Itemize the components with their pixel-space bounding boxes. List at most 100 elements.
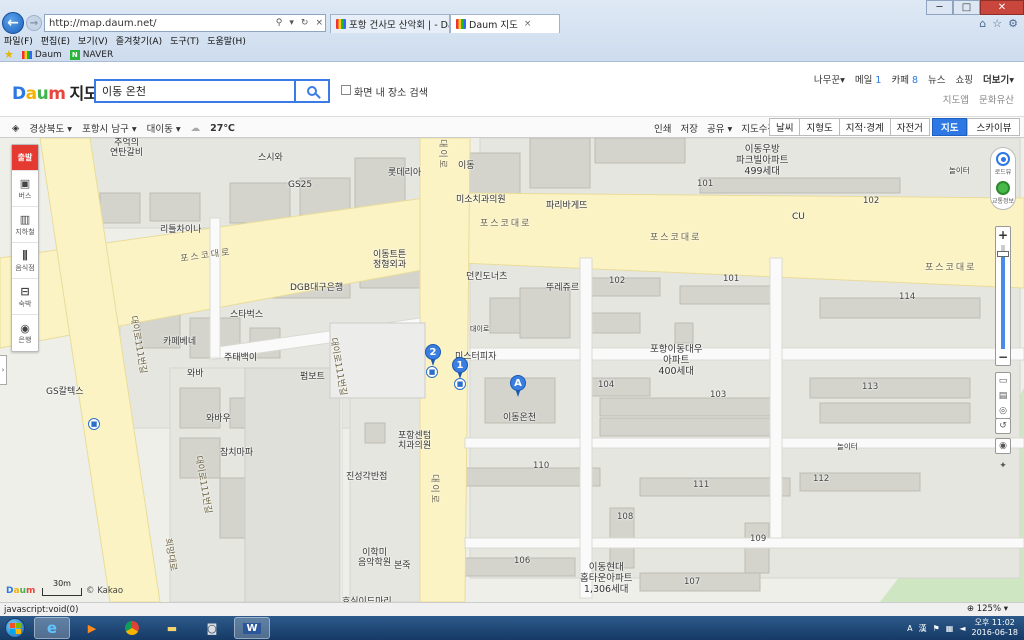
- search-button[interactable]: [294, 79, 330, 103]
- cultural-heritage-link[interactable]: 문화유산: [979, 92, 1014, 106]
- result-marker-2[interactable]: 2: [425, 344, 441, 366]
- result-marker-a[interactable]: A: [510, 375, 526, 397]
- place-label[interactable]: 이동: [458, 158, 475, 171]
- compass-icon[interactable]: ✦: [995, 458, 1011, 474]
- clock[interactable]: 오후 11:02 2016-06-18: [972, 618, 1019, 638]
- browser-tab-1[interactable]: 포항 건사모 산악회 | - Daum ...: [330, 14, 450, 33]
- user-menu[interactable]: 나무꾼▾: [814, 72, 845, 86]
- traffic-icon[interactable]: [996, 181, 1010, 195]
- place-label[interactable]: 포항센텀 치과의원: [398, 431, 431, 451]
- favorite-naver[interactable]: N NAVER: [69, 49, 113, 60]
- category-lodging[interactable]: ⊟ 숙박: [12, 279, 38, 315]
- place-label[interactable]: 효심이드마리: [342, 594, 392, 602]
- location-icon[interactable]: ◈: [12, 123, 19, 134]
- address-bar[interactable]: http://map.daum.net/ ⚲ ▾ ↻ ×: [44, 14, 326, 32]
- roadview-label[interactable]: 로드뷰: [995, 167, 1012, 176]
- departure-button[interactable]: 출발: [12, 145, 38, 171]
- mail-link[interactable]: 메일 1: [855, 72, 882, 86]
- bus-stop-icon[interactable]: ■: [454, 378, 466, 390]
- daum-logo[interactable]: Daum 지도: [12, 80, 98, 104]
- region-dong[interactable]: 대이동 ▾: [147, 121, 181, 135]
- category-bus[interactable]: ▣ 버스: [12, 171, 38, 207]
- panel-toggle-handle[interactable]: ›: [0, 355, 7, 385]
- ime-hanja[interactable]: 漢: [919, 623, 927, 634]
- zoom-track[interactable]: [1001, 245, 1005, 349]
- search-input[interactable]: 이동 온천: [94, 79, 294, 103]
- news-link[interactable]: 뉴스: [928, 72, 945, 86]
- distance-ruler-icon[interactable]: ▭: [999, 373, 1008, 388]
- apartment-label[interactable]: 포항이동대우 아파트 400세대: [650, 344, 702, 377]
- place-label[interactable]: 이동트튼 정형외과: [373, 250, 406, 270]
- map-canvas[interactable]: 포스코대로 포스코대로 포스코대로 포스코대로 대이로 대이로 대이로111번길…: [0, 138, 1024, 602]
- bus-stop-icon[interactable]: ■: [88, 418, 100, 430]
- apartment-label[interactable]: 이동우방 파크빌아파트 499세대: [736, 144, 788, 177]
- menu-help[interactable]: 도움말(H): [207, 34, 246, 47]
- bus-stop-icon[interactable]: ■: [426, 366, 438, 378]
- menu-tools[interactable]: 도구(T): [170, 34, 199, 47]
- place-label[interactable]: 주태백이: [224, 350, 257, 363]
- place-label[interactable]: 참치마파: [220, 445, 253, 458]
- taskbar-explorer-button[interactable]: ▬: [154, 617, 190, 639]
- menu-view[interactable]: 보기(V): [78, 34, 108, 47]
- volume-icon[interactable]: ◄: [959, 624, 965, 633]
- place-label[interactable]: 본죽: [394, 558, 411, 571]
- print-button[interactable]: 인쇄: [654, 121, 671, 135]
- favorites-star-icon[interactable]: ★: [4, 48, 14, 61]
- start-button[interactable]: [0, 616, 30, 640]
- category-subway[interactable]: ▥ 지하철: [12, 207, 38, 243]
- place-label[interactable]: 뚜레쥬르: [546, 280, 579, 293]
- taskbar-media-player-button[interactable]: ▶: [74, 617, 110, 639]
- place-label[interactable]: 파리바게뜨: [546, 198, 587, 211]
- apartment-label[interactable]: 이동현대 홈타운아파트 1,306세대: [580, 562, 632, 595]
- more-menu[interactable]: 더보기▾: [983, 72, 1014, 86]
- place-label[interactable]: 스타벅스: [230, 307, 263, 320]
- region-province[interactable]: 경상북도 ▾: [29, 121, 72, 135]
- taskbar-ie-button[interactable]: e: [34, 617, 70, 639]
- place-label[interactable]: 카페베네: [163, 334, 196, 347]
- taskbar-word-button[interactable]: W: [234, 617, 270, 639]
- taskbar-camera-button[interactable]: ◙: [194, 617, 230, 639]
- home-icon[interactable]: ⌂: [979, 17, 986, 30]
- forward-button[interactable]: →: [26, 15, 42, 31]
- flag-icon[interactable]: ⚑: [933, 624, 940, 633]
- place-label[interactable]: DGB대구은행: [290, 280, 343, 293]
- page-zoom-level[interactable]: ⊕ 125% ▾: [967, 604, 1008, 614]
- map-app-link[interactable]: 지도앱: [943, 92, 969, 106]
- settings-gear-icon[interactable]: ⚙: [1008, 17, 1018, 30]
- stop-icon[interactable]: ×: [313, 18, 325, 28]
- place-label[interactable]: 이동온천: [503, 410, 536, 423]
- place-label[interactable]: 대이로: [470, 324, 489, 334]
- place-label[interactable]: 이학미 음악학원: [358, 548, 391, 568]
- weather-mode-button[interactable]: 날씨: [769, 118, 801, 136]
- cadastral-mode-button[interactable]: 지적·경계: [838, 118, 891, 136]
- maximize-button[interactable]: □: [953, 0, 980, 15]
- undo-icon[interactable]: ↺: [995, 418, 1011, 434]
- place-label[interactable]: 던킨도너츠: [466, 269, 507, 282]
- ime-mode[interactable]: A: [907, 624, 912, 633]
- result-marker-1[interactable]: 1: [452, 357, 468, 379]
- taskbar-chrome-button[interactable]: [114, 617, 150, 639]
- place-label[interactable]: CU: [792, 212, 805, 222]
- place-label[interactable]: 놀이터: [837, 441, 858, 452]
- close-window-button[interactable]: ✕: [980, 0, 1024, 15]
- menu-file[interactable]: 파일(F): [4, 34, 33, 47]
- my-location-icon[interactable]: ◉: [995, 438, 1011, 454]
- place-label[interactable]: 와바우: [206, 411, 231, 424]
- skyview-type-button[interactable]: 스카이뷰: [967, 118, 1021, 136]
- refresh-icon[interactable]: ↻: [299, 18, 311, 28]
- zoom-slider-handle[interactable]: [997, 251, 1009, 257]
- category-bank[interactable]: ◉ 은행: [12, 315, 38, 351]
- place-label[interactable]: 추억의 연탄갈비: [110, 138, 143, 158]
- in-screen-search-label[interactable]: 화면 내 장소 검색: [354, 84, 428, 99]
- cafe-link[interactable]: 카페 8: [891, 72, 918, 86]
- favorite-daum[interactable]: Daum: [21, 50, 62, 60]
- browser-tab-2[interactable]: Daum 지도 ×: [450, 14, 560, 33]
- network-icon[interactable]: ▦: [946, 624, 954, 633]
- area-icon[interactable]: ▤: [999, 388, 1008, 403]
- zoom-in-button[interactable]: +: [996, 227, 1010, 243]
- url-text[interactable]: http://map.daum.net/: [49, 18, 271, 29]
- menu-edit[interactable]: 편집(E): [41, 34, 70, 47]
- traffic-label[interactable]: 교통정보: [992, 196, 1014, 205]
- terrain-mode-button[interactable]: 지형도: [799, 118, 840, 136]
- close-tab-icon[interactable]: ×: [524, 19, 532, 29]
